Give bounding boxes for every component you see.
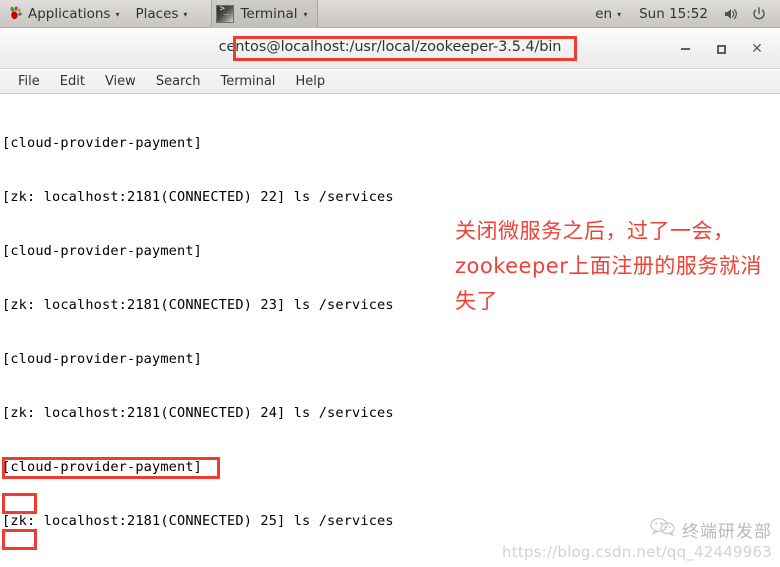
clock[interactable]: Sun 15:52 — [631, 0, 716, 28]
menubar: File Edit View Search Terminal Help — [0, 70, 780, 94]
menu-help[interactable]: Help — [285, 70, 335, 93]
terminal-line: [zk: localhost:2181(CONNECTED) 25] ls /s… — [2, 513, 394, 529]
language-label: en — [595, 5, 613, 22]
annotation-text: 关闭微服务之后，过了一会，zookeeper上面注册的服务就消失了 — [455, 219, 762, 313]
window-controls: ✕ — [674, 29, 774, 69]
menu-view[interactable]: View — [95, 70, 146, 93]
speaker-icon[interactable] — [718, 0, 744, 28]
terminal-line: [cloud-provider-payment] — [2, 459, 203, 475]
applications-menu[interactable]: Applications ▾ — [0, 0, 127, 28]
terminal-line: [zk: localhost:2181(CONNECTED) 24] ls /s… — [2, 405, 394, 421]
terminal-line: [cloud-provider-payment] — [2, 135, 203, 151]
minimize-button[interactable] — [674, 38, 696, 60]
terminal-icon — [216, 4, 235, 23]
chevron-down-icon: ▾ — [115, 9, 120, 19]
panel-status-area: en ▾ Sun 15:52 — [587, 0, 780, 28]
maximize-button[interactable] — [710, 38, 732, 60]
gnome-top-panel: Applications ▾ Places ▾ Terminal ▾ en ▾ … — [0, 0, 780, 28]
window-title: centos@localhost:/usr/local/zookeeper-3.… — [218, 39, 562, 55]
applications-label: Applications — [28, 5, 111, 22]
terminal-line: [zk: localhost:2181(CONNECTED) 22] ls /s… — [2, 189, 394, 205]
clock-label: Sun 15:52 — [639, 5, 708, 22]
menu-edit[interactable]: Edit — [50, 70, 95, 93]
terminal-output[interactable]: [cloud-provider-payment] [zk: localhost:… — [0, 95, 780, 567]
chevron-down-icon: ▾ — [617, 9, 622, 19]
desktop-screen: Applications ▾ Places ▾ Terminal ▾ en ▾ … — [0, 0, 780, 567]
places-label: Places — [135, 5, 179, 22]
taskbar-item-terminal[interactable]: Terminal ▾ — [211, 0, 318, 28]
keyboard-language-indicator[interactable]: en ▾ — [587, 0, 629, 28]
chevron-down-icon: ▾ — [303, 9, 308, 19]
close-button[interactable]: ✕ — [746, 38, 768, 60]
menu-terminal[interactable]: Terminal — [210, 70, 285, 93]
taskbar-terminal-label: Terminal — [240, 5, 298, 22]
window-titlebar[interactable]: centos@localhost:/usr/local/zookeeper-3.… — [0, 29, 780, 69]
menu-file[interactable]: File — [8, 70, 50, 93]
places-menu[interactable]: Places ▾ — [127, 0, 195, 28]
terminal-line: [cloud-provider-payment] — [2, 351, 203, 367]
power-icon[interactable] — [746, 0, 772, 28]
gnome-footprint-icon — [8, 6, 23, 21]
menu-search[interactable]: Search — [146, 70, 211, 93]
chevron-down-icon: ▾ — [183, 9, 188, 19]
